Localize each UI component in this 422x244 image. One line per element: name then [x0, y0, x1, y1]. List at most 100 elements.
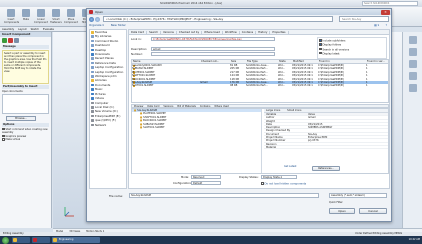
do-not-load-hidden-checkbox[interactable]: Do not load hidden components: [261, 182, 306, 185]
folder-icon: [91, 114, 94, 118]
status-left: Editing Assembly: [3, 232, 24, 235]
folder-icon: [91, 123, 94, 127]
nav-item[interactable]: Network: [90, 123, 126, 127]
number-field[interactable]: [151, 52, 275, 56]
tree-item[interactable]: ■ SLOT001.SLDPRT: [132, 126, 261, 129]
task-pane: [402, 32, 422, 228]
ribbon-button[interactable]: Smart Fasteners: [49, 9, 63, 25]
nav-item-label: Local Disk (C:): [95, 104, 115, 109]
description-field[interactable]: email: [151, 47, 275, 51]
ok-icon[interactable]: [2, 38, 7, 43]
cancel-button[interactable]: Cancel: [359, 208, 387, 214]
back-icon[interactable]: [89, 16, 94, 22]
pdm-tab[interactable]: History: [256, 31, 271, 34]
folder-icon: [91, 83, 94, 87]
pm-message-header: Message: [2, 45, 49, 49]
small-icons-option[interactable]: Small Icons: [287, 109, 301, 112]
description-label: Description:: [131, 47, 148, 51]
pdm-tab[interactable]: Contains: [239, 31, 257, 34]
table-cell: SolidWorks Part...: [246, 84, 268, 88]
taskbar-item-solidworks[interactable]: [32, 237, 50, 243]
pm-open-docs-list[interactable]: [2, 93, 49, 114]
new-folder-button[interactable]: New folder: [111, 23, 126, 27]
pdm-tab-strip: Data Card Search Versions Checked out by Whe…: [129, 30, 389, 35]
organize-button[interactable]: Organize ▾: [89, 23, 104, 27]
folder-icon: [91, 119, 94, 122]
sw-title-bar: SOLIDWORKS Premium 2014 x64 Edition - [A…: [0, 0, 422, 7]
table-cell: 98 KB: [230, 84, 238, 88]
table-row[interactable]: SLOT001.SLDPRT 98 KB SolidWorks Part... Wor…: [132, 84, 388, 87]
clock: 10:42 AM: [408, 238, 420, 241]
display-states-select[interactable]: Display State-1: [261, 175, 297, 179]
file-explorer-icon[interactable]: [408, 60, 417, 68]
resources-icon[interactable]: [408, 36, 417, 44]
taskbar-item-explorer[interactable]: [12, 237, 30, 243]
folder-icon: [91, 66, 94, 69]
file-name-input[interactable]: Sla-Asy.SLDASM: [129, 193, 319, 198]
pm-buttons: [0, 37, 51, 44]
nav-item-label: EnterprisePDM (E:): [95, 113, 121, 118]
folder-icon: [91, 61, 94, 65]
pdm-tab[interactable]: Workflow: [222, 31, 240, 34]
open-options: Mode: Resolved Display States: Display S…: [131, 175, 389, 189]
look-in-field[interactable]: C:\EnterprisePDM\Prj-0376\FASTLOC\PROJEC…: [151, 37, 275, 41]
search-input[interactable]: Search Sla-Asy: [339, 16, 389, 22]
folder-icon: [91, 57, 94, 61]
pdm-tab[interactable]: Data Card: [129, 31, 148, 34]
design-library-icon[interactable]: [408, 48, 417, 56]
nav-item-label: Workspace pdm: [95, 74, 117, 79]
cancel-icon[interactable]: [8, 38, 13, 43]
mode-select[interactable]: Resolved: [191, 175, 221, 179]
pm-browse-button[interactable]: Browse...: [6, 115, 36, 121]
nav-item-label: Documents: [95, 82, 111, 87]
ribbon-icon: [7, 9, 15, 17]
nav-item-label: Music: [95, 87, 103, 92]
pdm-tab[interactable]: Search: [147, 31, 162, 34]
view-palette-icon[interactable]: [408, 72, 417, 80]
nav-item-label: Desktop: [95, 47, 107, 52]
taskbar-item-engineering[interactable]: Engineering: [52, 237, 100, 243]
open-button[interactable]: Open: [329, 208, 355, 214]
search-options: Include subfolders Display folders Searc…: [317, 37, 387, 59]
nav-item-label: Reference Data: [95, 60, 116, 65]
folder-icon: [91, 35, 94, 38]
close-button[interactable]: ✕: [381, 9, 390, 15]
appearances-icon[interactable]: [408, 84, 417, 92]
pm-section-open: Part/Assembly to Insert: [2, 85, 49, 89]
folder-icon: [91, 110, 94, 113]
dialog-title: Open: [95, 10, 104, 14]
property-row[interactable]: Material: [264, 146, 388, 150]
pm-option-make-virtual[interactable]: Make virtual: [2, 138, 49, 142]
dialog-footer: File name: Sla-Asy.SLDASM Assembly (*.as…: [89, 190, 391, 220]
nav-item-label: ipse (\\DEV) (F:): [95, 118, 117, 123]
view-options-icon[interactable]: ▦ ▾: [374, 23, 379, 28]
dialog-title-bar: Open: [87, 9, 391, 15]
pdm-tab[interactable]: Where Used: [202, 31, 223, 34]
ribbon-button[interactable]: Linear Component: [34, 9, 48, 25]
sw-search[interactable]: Search SOLIDWORKS: [362, 1, 418, 6]
forward-icon[interactable]: [95, 16, 100, 22]
nav-item-label: Dashboard: [95, 43, 110, 48]
pushpin-icon[interactable]: [14, 38, 19, 43]
ribbon-button[interactable]: Move Component: [64, 9, 78, 25]
option-display-latest[interactable]: Display latest: [319, 51, 385, 56]
folder-icon: [91, 97, 94, 100]
navigation-pane: Favorites My Libraries Command Studio Dashb…: [89, 29, 127, 189]
configurations-select[interactable]: Default: [191, 181, 221, 185]
pdm-tab[interactable]: Properties: [270, 31, 289, 34]
nav-item-label: Laptop Configuration: [95, 65, 124, 70]
table-cell: Wor...: [278, 84, 286, 88]
large-icons-option[interactable]: Large Icons: [266, 109, 280, 112]
get-latest-link[interactable]: Get Latest: [284, 165, 296, 168]
references-button[interactable]: References...: [312, 166, 340, 171]
file-type-select[interactable]: Assembly (*.asm;*.sldasm): [329, 193, 387, 198]
ribbon-button[interactable]: Insert Components: [4, 9, 19, 25]
ribbon-button[interactable]: Mate: [19, 9, 33, 25]
pdm-tab[interactable]: Checked out by: [176, 31, 203, 34]
pdm-tab[interactable]: Versions: [161, 31, 177, 34]
pm-option-start-command[interactable]: Start command when creating new assembly: [2, 128, 49, 135]
start-button[interactable]: [2, 236, 9, 244]
nav-item-label: Libraries: [95, 78, 107, 83]
help-icon[interactable]: ?: [386, 23, 388, 28]
address-bar[interactable]: « Local Disk (C:) › EnterprisePDM › Prj-…: [103, 16, 333, 22]
